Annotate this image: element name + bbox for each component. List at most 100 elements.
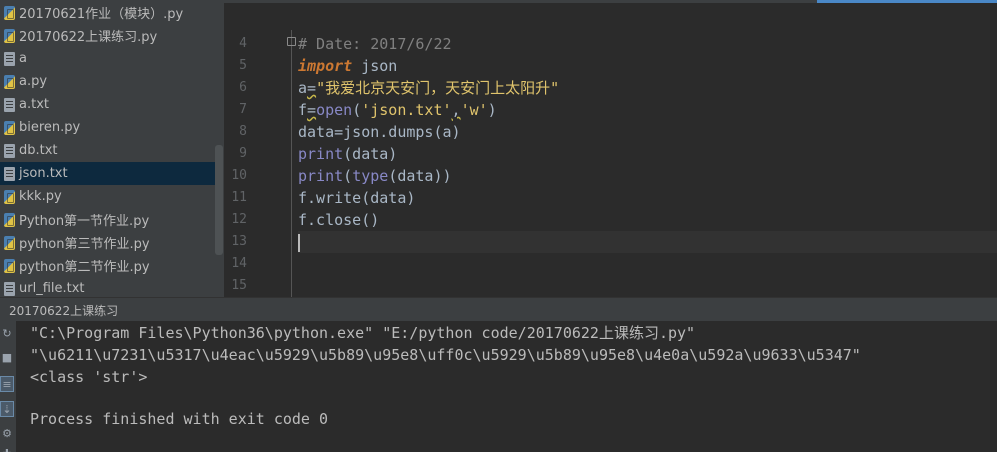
text-file-icon bbox=[4, 281, 15, 296]
console-line: Process finished with exit code 0 bbox=[30, 410, 329, 428]
code-editor[interactable]: 4 5 6 7 8 9 10 11 12 13 14 15 # Date: 20… bbox=[224, 0, 997, 297]
tree-item-label: a.py bbox=[19, 74, 48, 89]
line-number: 13 bbox=[231, 234, 247, 249]
python-file-icon bbox=[4, 189, 15, 204]
line-number: 4 bbox=[239, 36, 247, 51]
tree-item-label: url_file.txt bbox=[19, 281, 85, 296]
tree-item-url-file-txt[interactable]: url_file.txt bbox=[0, 277, 215, 297]
line-number: 6 bbox=[239, 80, 247, 95]
tree-item-label: python第二节作业.py bbox=[19, 260, 150, 275]
line-number: 9 bbox=[239, 146, 247, 161]
dump-threads-icon[interactable]: ⇣ bbox=[0, 401, 14, 417]
python-file-icon bbox=[4, 5, 15, 20]
run-toolbar: ↻ ■ ≡ ⇣ ⚙ ✚ bbox=[0, 321, 16, 452]
stop-icon[interactable]: ■ bbox=[0, 349, 14, 365]
line-number: 11 bbox=[231, 190, 247, 205]
code-line: f.close() bbox=[298, 209, 997, 231]
rerun-icon[interactable]: ↻ bbox=[0, 325, 14, 341]
tree-item-kkk-py[interactable]: kkk.py bbox=[0, 185, 215, 208]
tree-scrollbar[interactable] bbox=[215, 145, 223, 255]
code-area[interactable]: # Date: 2017/6/22 import json a="我爱北京天安门… bbox=[298, 33, 997, 297]
tree-item-label: 20170622上课练习.py bbox=[19, 30, 158, 45]
tree-item-a[interactable]: a bbox=[0, 47, 215, 70]
tree-item-label: db.txt bbox=[19, 143, 58, 158]
code-text: json bbox=[352, 57, 398, 75]
tree-item-label: python第三节作业.py bbox=[19, 237, 150, 252]
tree-item-20170621-py[interactable]: 20170621作业（模块）.py bbox=[0, 1, 215, 24]
run-console-output[interactable]: "C:\Program Files\Python36\python.exe" "… bbox=[16, 321, 997, 452]
tree-item-label: Python第一节作业.py bbox=[19, 214, 150, 229]
line-number: 10 bbox=[231, 168, 247, 183]
code-text: f bbox=[298, 101, 308, 119]
line-number: 8 bbox=[239, 124, 247, 139]
code-builtin: print bbox=[298, 145, 344, 163]
tree-item-label: json.txt bbox=[19, 166, 68, 181]
code-text: f.close() bbox=[298, 211, 380, 229]
code-text: f.write(data) bbox=[298, 189, 416, 207]
python-file-icon bbox=[4, 120, 15, 135]
code-text: ) bbox=[487, 101, 497, 119]
text-file-icon bbox=[4, 143, 15, 158]
tree-item-a-py[interactable]: a.py bbox=[0, 70, 215, 93]
tree-item-a-txt[interactable]: a.txt bbox=[0, 93, 215, 116]
tree-item-label: bieren.py bbox=[19, 120, 81, 135]
code-string: 'json.txt' bbox=[361, 101, 452, 119]
code-builtin: print bbox=[298, 167, 344, 185]
line-number: 15 bbox=[231, 278, 247, 293]
code-builtin: open bbox=[316, 101, 353, 119]
code-line: data=json.dumps(a) bbox=[298, 121, 997, 143]
line-number: 5 bbox=[239, 58, 247, 73]
console-line: "C:\Program Files\Python36\python.exe" "… bbox=[30, 324, 696, 342]
line-number: 7 bbox=[239, 102, 247, 117]
code-text: a bbox=[298, 79, 308, 97]
code-text: data=json.dumps(a) bbox=[298, 123, 461, 141]
line-number-gutter: 4 5 6 7 8 9 10 11 12 13 14 15 bbox=[224, 33, 290, 297]
code-line-current bbox=[298, 231, 997, 253]
code-string: "我爱北京天安门，天安门上太阳升" bbox=[316, 79, 560, 97]
tree-item-20170622-py[interactable]: 20170622上课练习.py bbox=[0, 24, 215, 47]
code-text: (data)) bbox=[388, 167, 452, 185]
tree-item-label: kkk.py bbox=[19, 189, 62, 204]
code-line: f=open('json.txt','w') bbox=[298, 99, 997, 121]
console-line: "\u6211\u7231\u5317\u4eac\u5929\u5b89\u9… bbox=[30, 346, 861, 364]
python-file-icon bbox=[4, 28, 15, 43]
pin-icon[interactable]: ✚ bbox=[0, 445, 14, 452]
tree-item-bieren-py[interactable]: bieren.py bbox=[0, 116, 215, 139]
tree-item-python-lesson2-py[interactable]: python第二节作业.py bbox=[0, 254, 215, 277]
gutter-separator bbox=[291, 30, 292, 297]
code-line: print(type(data)) bbox=[298, 165, 997, 187]
code-line: f.write(data) bbox=[298, 187, 997, 209]
code-string: 'w' bbox=[460, 101, 488, 119]
code-comment: # Date: 2017/6/22 bbox=[298, 35, 452, 53]
tree-item-label: a.txt bbox=[19, 97, 49, 112]
project-tree: 20170621作业（模块）.py 20170622上课练习.py a a.py… bbox=[0, 0, 224, 297]
python-file-icon bbox=[4, 74, 15, 89]
code-text: , bbox=[451, 101, 461, 119]
code-text: ( bbox=[352, 101, 362, 119]
tree-item-json-txt[interactable]: json.txt bbox=[0, 162, 215, 185]
fold-icon[interactable] bbox=[287, 37, 296, 46]
tree-item-label: 20170621作业（模块）.py bbox=[19, 7, 184, 22]
line-number: 12 bbox=[231, 212, 247, 227]
tree-item-python-lesson1-py[interactable]: Python第一节作业.py bbox=[0, 208, 215, 231]
pause-output-icon[interactable]: ≡ bbox=[0, 376, 14, 392]
run-panel-title[interactable]: 20170622上课练习 bbox=[9, 302, 118, 319]
tree-item-python-lesson3-py[interactable]: python第三节作业.py bbox=[0, 231, 215, 254]
text-file-icon bbox=[4, 97, 15, 112]
code-line: print(data) bbox=[298, 143, 997, 165]
code-line: a="我爱北京天安门，天安门上太阳升" bbox=[298, 77, 997, 99]
python-file-icon bbox=[4, 235, 15, 250]
code-line: # Date: 2017/6/22 bbox=[298, 33, 997, 55]
settings-icon[interactable]: ⚙ bbox=[0, 425, 14, 441]
tree-item-label: a bbox=[19, 51, 27, 66]
code-operator: = bbox=[307, 101, 317, 119]
code-builtin: type bbox=[352, 167, 389, 185]
console-line: <class 'str'> bbox=[30, 368, 148, 386]
text-file-icon bbox=[4, 51, 15, 66]
code-text: (data) bbox=[343, 145, 398, 163]
code-operator: = bbox=[307, 79, 317, 97]
tree-item-db-txt[interactable]: db.txt bbox=[0, 139, 215, 162]
